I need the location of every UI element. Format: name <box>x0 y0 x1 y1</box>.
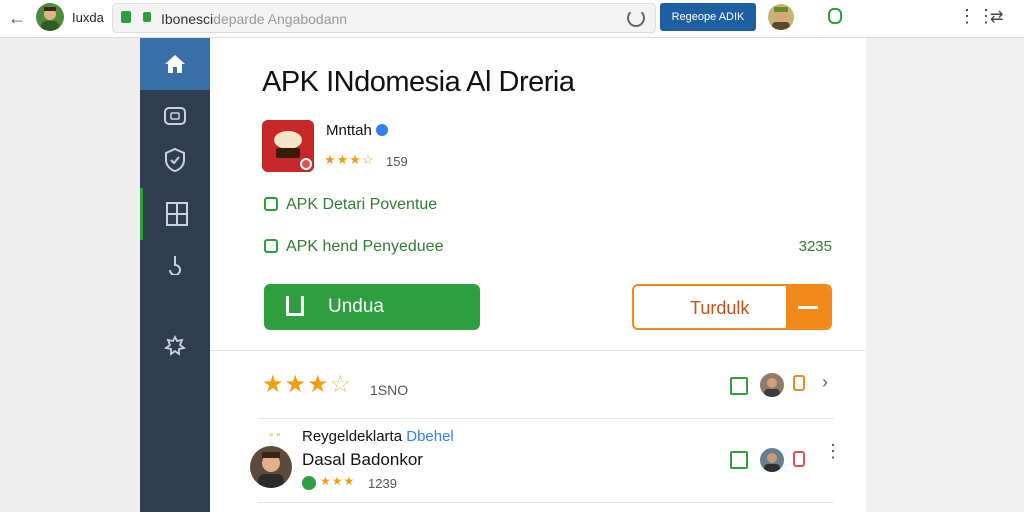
main-content: APK INdomesia Al Dreria Mnttah ★★★☆ 159 … <box>210 38 866 512</box>
sidebar-item-grid[interactable] <box>140 188 210 240</box>
review-title: Reygeldeklarta Dbehel <box>302 428 454 445</box>
extension-icon[interactable] <box>828 8 842 24</box>
url-text[interactable]: Ibonescideparde Angabodann <box>161 11 347 27</box>
review-stars: ★★★ <box>320 474 356 488</box>
back-arrow-icon[interactable]: ← <box>6 7 28 29</box>
user-avatar[interactable] <box>768 4 794 30</box>
secondary-button[interactable]: Turdulk <box>632 284 832 330</box>
feature-value: 3235 <box>798 238 832 255</box>
feature-item: APK hend Penyeduee <box>264 238 443 256</box>
edit-icon[interactable] <box>730 377 748 395</box>
edit-icon[interactable] <box>730 451 748 469</box>
flag-icon[interactable] <box>793 451 805 467</box>
refresh-icon <box>169 256 181 275</box>
check-box-icon <box>264 239 278 253</box>
browser-toolbar: ← Iuxda Ibonescideparde Angabodann Regeo… <box>0 0 1024 38</box>
app-rating-count: 159 <box>386 154 408 169</box>
sidebar-item-refresh[interactable] <box>140 238 210 290</box>
url-faded: deparde Angabodann <box>213 11 348 27</box>
apps-icon <box>164 107 186 125</box>
review-dots-icon: ∘∘ <box>268 430 283 441</box>
app-rating-stars: ★★★☆ <box>324 152 375 167</box>
verified-icon <box>375 124 388 136</box>
reviewer-avatar[interactable] <box>760 373 784 397</box>
reviewer-avatar[interactable] <box>250 446 292 488</box>
sidebar-item-home[interactable] <box>140 38 210 90</box>
review-title-link[interactable]: Dbehel <box>406 428 454 445</box>
url-main: Ibonesci <box>161 11 214 27</box>
reviewer-avatar[interactable] <box>760 448 784 472</box>
page-title: APK INdomesia Al Dreria <box>262 66 575 98</box>
sidebar-item-settings[interactable] <box>140 320 210 372</box>
divider <box>258 418 834 419</box>
feature-item: APK Detari Poventue <box>264 196 437 214</box>
grid-icon <box>165 202 188 226</box>
feature-label: APK Detari Poventue <box>286 196 438 213</box>
empty-star: ☆ <box>329 371 353 398</box>
left-gutter <box>0 38 140 512</box>
rating-summary-stars: ★★★☆ <box>262 370 352 399</box>
shield-icon <box>165 147 185 173</box>
sidebar-item-shield[interactable] <box>140 134 210 186</box>
home-icon <box>165 55 185 73</box>
divider <box>258 502 834 503</box>
chevron-right-icon[interactable]: › <box>822 372 828 393</box>
rating-summary-count: 1SNO <box>370 382 409 398</box>
filled-stars: ★★★ <box>262 371 330 398</box>
divider <box>210 350 866 351</box>
download-icon <box>286 296 304 316</box>
settings-icon <box>164 335 186 356</box>
app-name-text: Mnttah <box>326 122 372 139</box>
more-options-icon[interactable]: ⋮ <box>824 442 842 460</box>
profile-avatar[interactable] <box>36 3 64 31</box>
minus-icon[interactable] <box>786 286 830 328</box>
app-name: Mnttah <box>326 122 388 139</box>
site-icon <box>143 12 151 22</box>
bookmark-icon[interactable] <box>793 375 805 391</box>
address-bar[interactable]: Ibonescideparde Angabodann <box>112 3 656 33</box>
top-action-button[interactable]: Regeope ADIK <box>660 3 756 31</box>
review-subtitle: Dasal Badonkor <box>302 450 423 469</box>
sidebar <box>140 38 210 512</box>
download-button[interactable]: Undua <box>264 284 480 330</box>
secondary-button-label: Turdulk <box>690 298 750 318</box>
download-button-label: Undua <box>328 296 384 317</box>
share-icon[interactable]: ⇄ <box>990 7 1003 27</box>
reload-icon[interactable] <box>627 9 645 27</box>
feature-label: APK hend Penyeduee <box>286 238 444 255</box>
review-count: 1239 <box>368 476 397 491</box>
lock-icon <box>121 11 131 23</box>
check-circle-icon <box>302 476 316 490</box>
right-gutter <box>866 38 1024 512</box>
review-title-text: Reygeldeklarta <box>302 428 407 445</box>
profile-name: Iuxda <box>72 10 104 25</box>
check-shield-icon <box>264 197 278 211</box>
app-icon[interactable] <box>262 120 314 172</box>
